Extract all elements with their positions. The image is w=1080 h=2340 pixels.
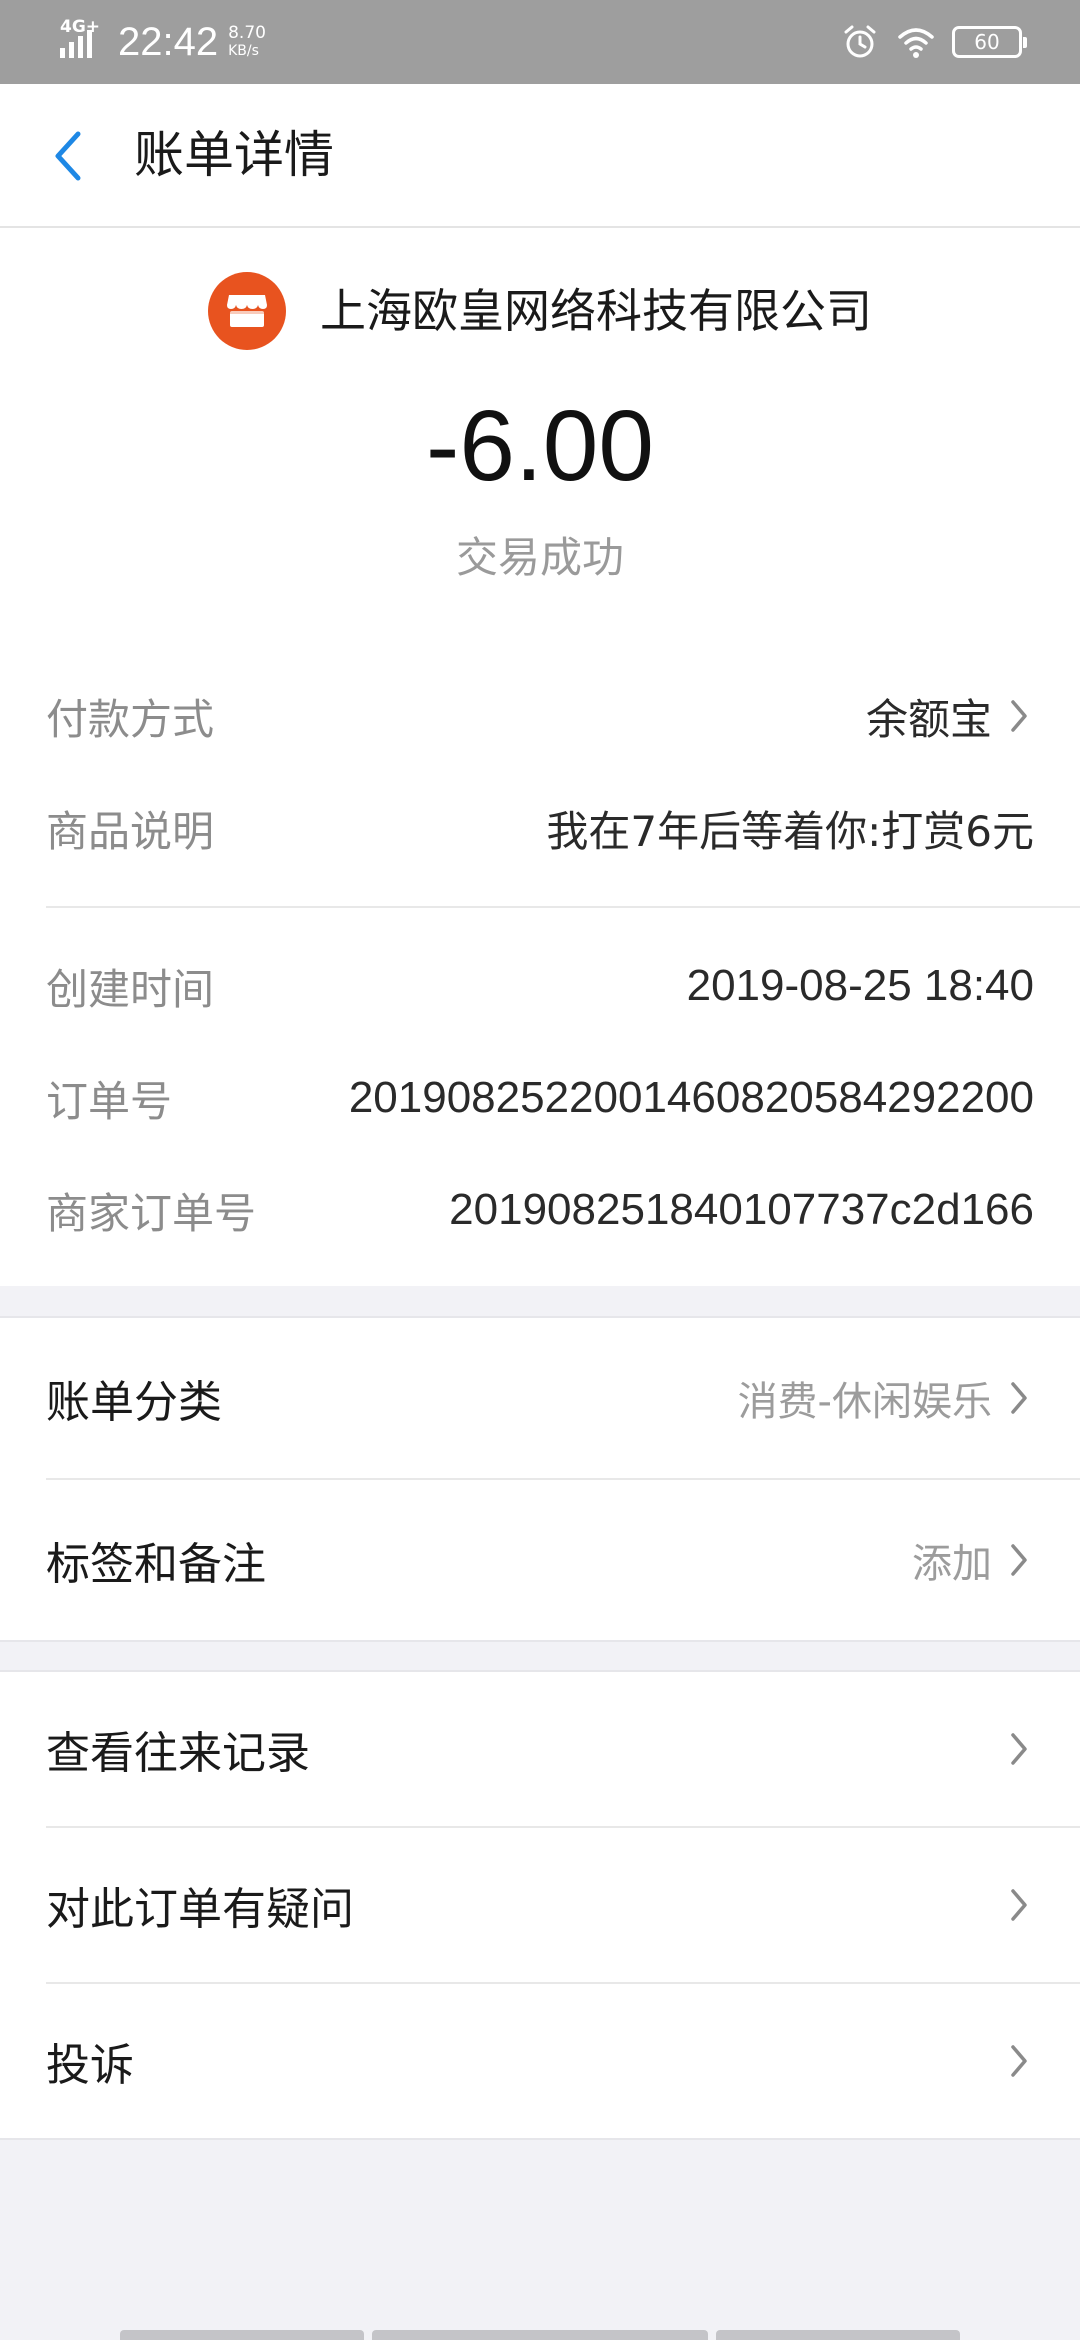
payment-method-value: 余额宝 <box>865 694 992 744</box>
battery-icon: 60 <box>952 26 1027 58</box>
status-bar-left: 4G+ 22:42 8.70 KB/s <box>58 14 266 70</box>
order-question-row[interactable]: 对此订单有疑问 <box>46 1828 1034 1982</box>
order-number-value: 2019082522001460820584292200 <box>348 1073 1034 1122</box>
battery-level: 60 <box>974 30 1000 54</box>
speed-value: 8.70 <box>228 23 266 43</box>
view-history-row[interactable]: 查看往来记录 <box>46 1672 1034 1826</box>
clock: 22:42 <box>118 20 219 64</box>
list-label: 查看往来记录 <box>46 1728 310 1779</box>
status-bar-right: 60 <box>824 18 1027 66</box>
bottom-bar-segment <box>120 2330 364 2340</box>
list-label: 账单分类 <box>46 1377 222 1428</box>
order-number-row: 订单号 2019082522001460820584292200 <box>46 1058 1034 1138</box>
info-label: 商家订单号 <box>46 1188 257 1238</box>
info-label: 付款方式 <box>46 694 215 744</box>
created-time-value: 2019-08-25 18:40 <box>686 961 1034 1010</box>
complaint-row[interactable]: 投诉 <box>46 1984 1034 2138</box>
bottom-bar-segment <box>372 2330 708 2340</box>
speed-unit: KB/s <box>228 43 259 59</box>
list-label: 对此订单有疑问 <box>46 1884 354 1935</box>
chevron-right-icon <box>1011 1544 1027 1576</box>
item-description-value: 我在7年后等着你:打赏6元 <box>546 806 1034 856</box>
merchant-order-number-row: 商家订单号 201908251840107737c2d166 <box>46 1170 1034 1250</box>
divider <box>46 906 1080 908</box>
list-label: 标签和备注 <box>46 1539 266 1590</box>
list-value: 消费-休闲娱乐 <box>738 1369 1034 1427</box>
transaction-status: 交易成功 <box>455 533 624 582</box>
tags-notes-row[interactable]: 标签和备注 添加 <box>46 1480 1034 1640</box>
chevron-right-icon <box>1011 2045 1027 2077</box>
wifi-icon <box>898 28 934 58</box>
list-value: 添加 <box>912 1531 1034 1589</box>
nav-bar: 账单详情 <box>0 84 1080 228</box>
info-label: 商品说明 <box>46 806 215 856</box>
actions-section: 查看往来记录 对此订单有疑问 投诉 <box>0 1670 1080 2140</box>
status-bar: 4G+ 22:42 8.70 KB/s 60 <box>0 0 1080 84</box>
info-value: 余额宝 <box>866 686 1034 747</box>
chevron-right-icon <box>1011 1733 1027 1765</box>
item-description-row: 商品说明 我在7年后等着你:打赏6元 <box>46 788 1034 868</box>
bill-settings-section: 账单分类 消费-休闲娱乐 标签和备注 添加 <box>0 1316 1080 1642</box>
merchant-name: 上海欧皇网络科技有限公司 <box>320 284 872 338</box>
chevron-right-icon <box>1011 1889 1027 1921</box>
info-label: 创建时间 <box>46 964 215 1014</box>
chevron-right-icon <box>1011 700 1027 732</box>
bill-category-value: 消费-休闲娱乐 <box>737 1379 992 1425</box>
alarm-icon <box>844 25 876 58</box>
store-icon <box>208 272 286 350</box>
info-label: 订单号 <box>46 1076 173 1126</box>
bottom-bar-segment <box>716 2330 960 2340</box>
bill-detail-card: 上海欧皇网络科技有限公司 -6.00 交易成功 付款方式 余额宝 商品说明 我在… <box>0 228 1080 1286</box>
amount: -6.00 <box>426 390 654 502</box>
page-title: 账单详情 <box>134 126 334 184</box>
payment-method-row[interactable]: 付款方式 余额宝 <box>46 676 1034 756</box>
list-label: 投诉 <box>46 2040 134 2091</box>
merchant-row: 上海欧皇网络科技有限公司 <box>0 270 1080 352</box>
chevron-left-icon <box>55 131 81 181</box>
add-tag-value: 添加 <box>912 1541 992 1587</box>
signal-icon: 4G+ <box>58 18 106 62</box>
back-button[interactable] <box>40 124 96 188</box>
created-time-row: 创建时间 2019-08-25 18:40 <box>46 946 1034 1026</box>
merchant-order-number-value: 201908251840107737c2d166 <box>449 1185 1034 1234</box>
bill-category-row[interactable]: 账单分类 消费-休闲娱乐 <box>46 1318 1034 1478</box>
chevron-right-icon <box>1011 1382 1027 1414</box>
network-speed: 8.70 KB/s <box>228 24 266 60</box>
